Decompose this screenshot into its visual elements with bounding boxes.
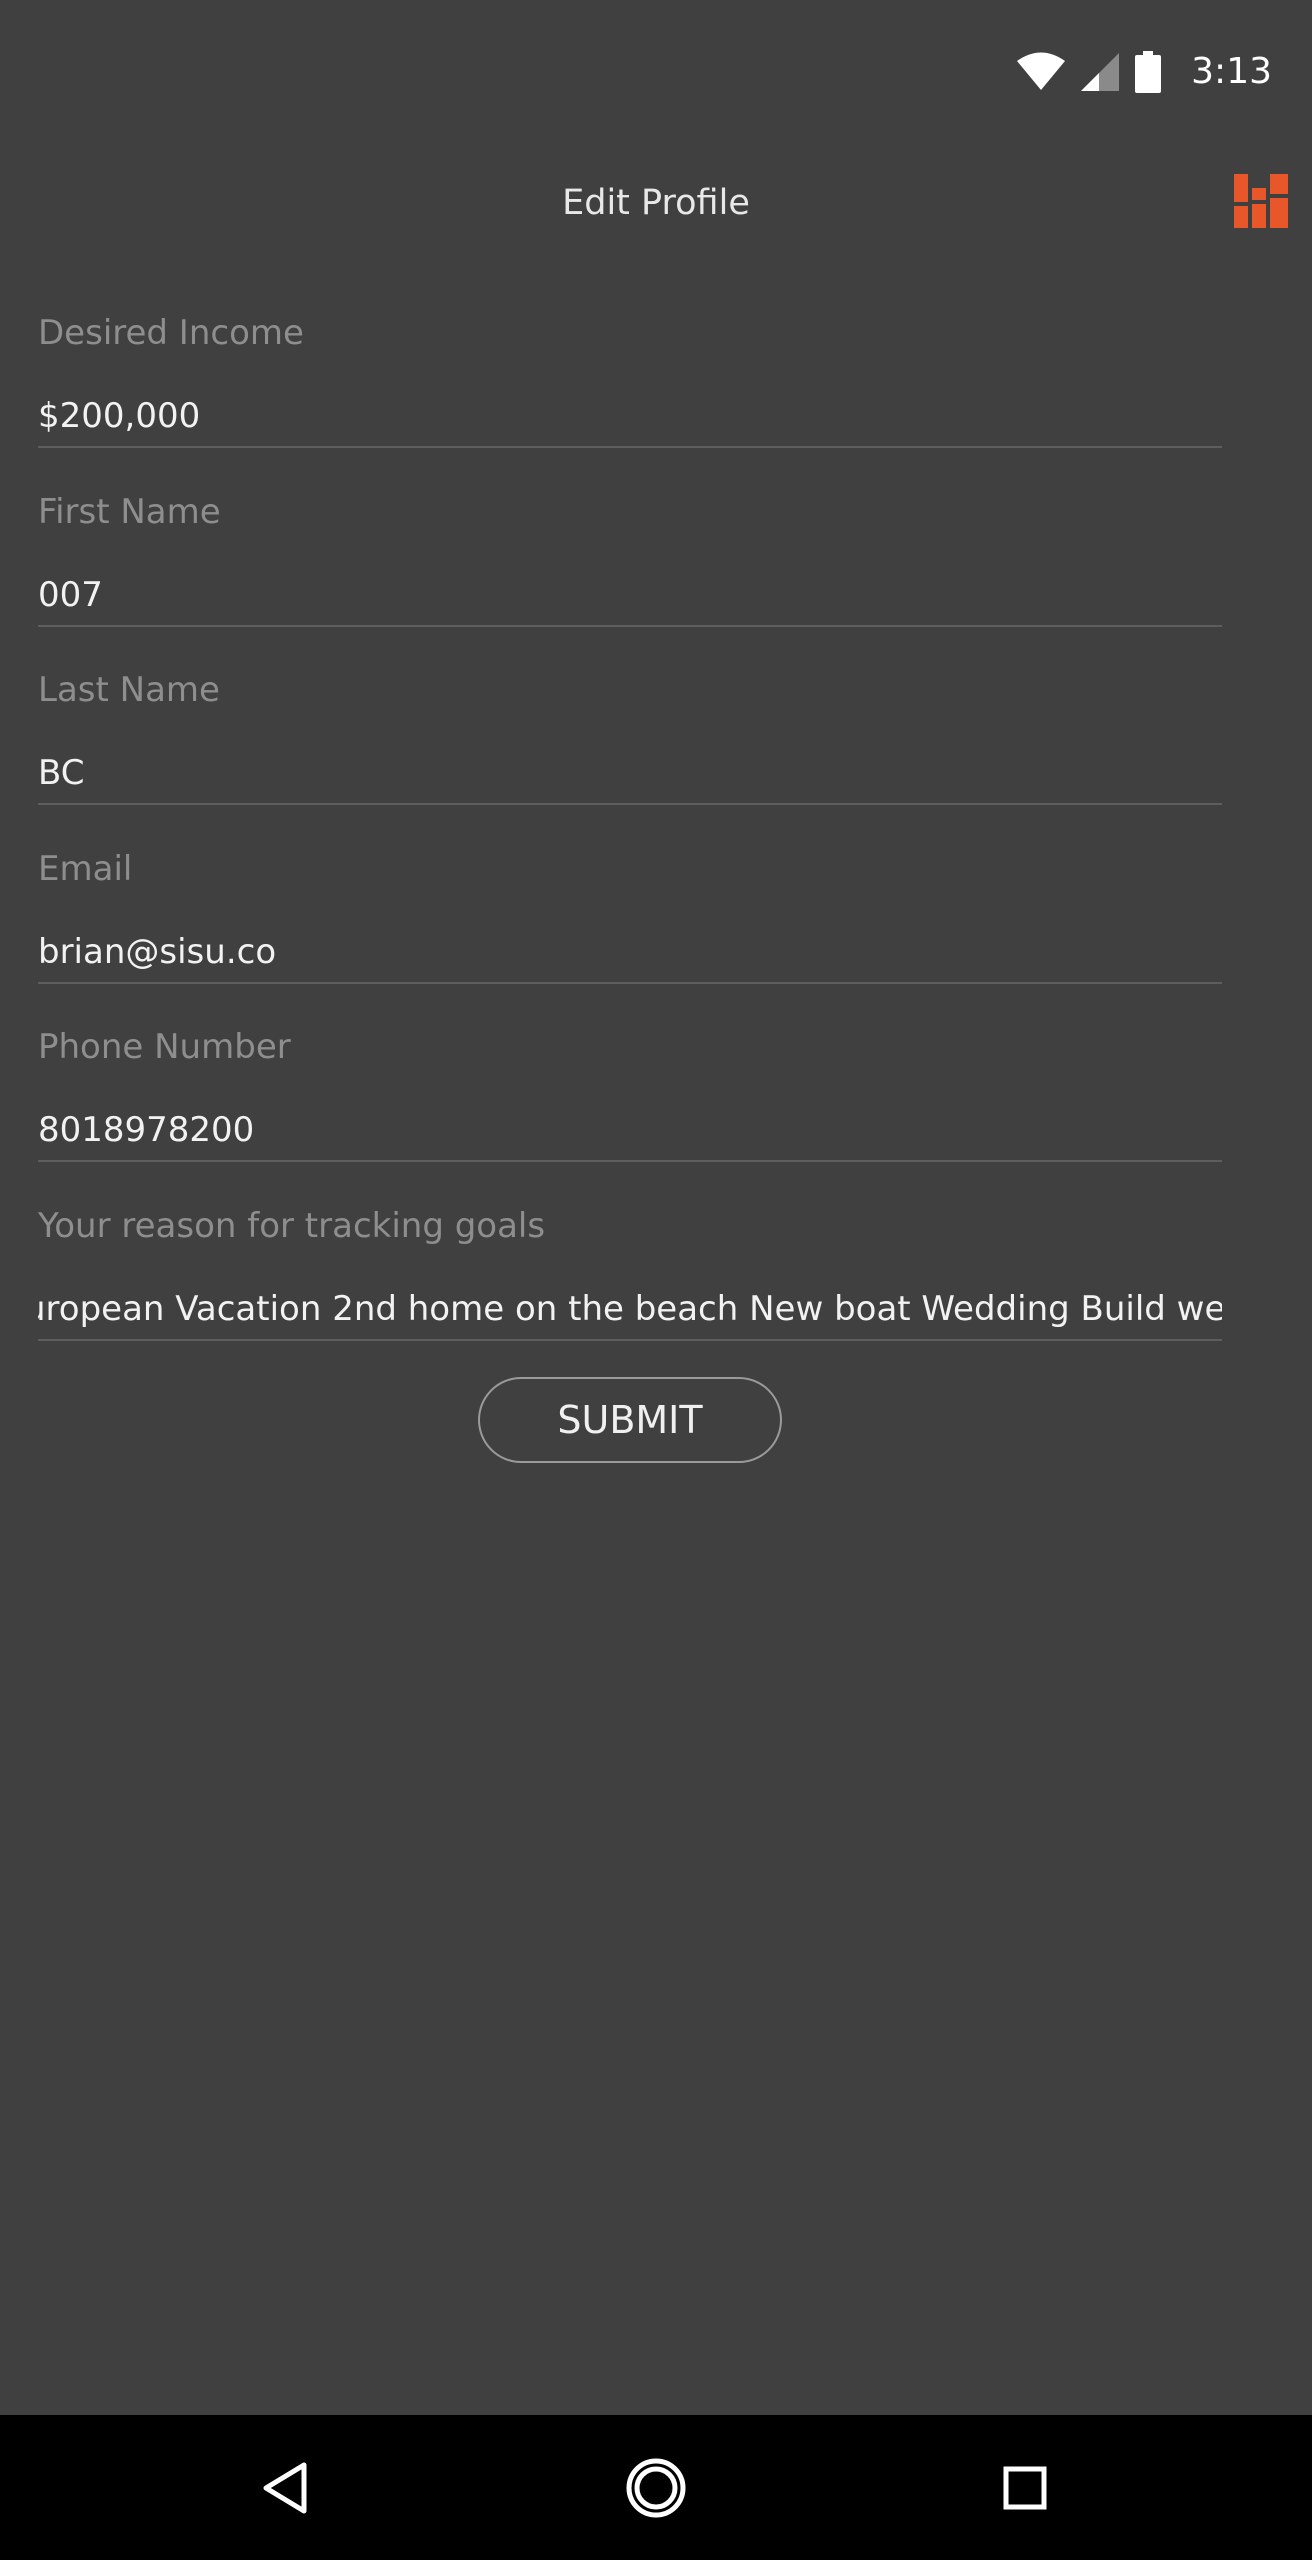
field-label: Email: [38, 848, 133, 889]
field-label: Your reason for tracking goals: [38, 1205, 546, 1246]
status-time: 3:13: [1191, 51, 1272, 92]
cellular-signal-icon: [1081, 53, 1120, 91]
first-name-field: First Name: [38, 479, 1222, 658]
app-header: Edit Profile: [0, 140, 1312, 260]
tracking-reason-field: Your reason for tracking goals: [38, 1193, 1222, 1372]
field-underline: [38, 1338, 1222, 1341]
wifi-icon: [1017, 52, 1066, 92]
email-field: Email: [38, 836, 1222, 1015]
last-name-input[interactable]: [38, 743, 1222, 803]
field-underline: [38, 981, 1222, 984]
field-label: Desired Income: [38, 313, 304, 353]
phone-number-input[interactable]: [38, 1100, 1222, 1160]
field-label: First Name: [38, 491, 221, 532]
field-label: Phone Number: [38, 1027, 291, 1067]
email-input[interactable]: [38, 921, 1222, 982]
phone-number-field: Phone Number: [38, 1014, 1222, 1193]
field-label: Last Name: [38, 670, 220, 710]
field-underline: [38, 803, 1222, 805]
page-title: Edit Profile: [562, 183, 750, 223]
desired-income-field: Desired Income: [38, 300, 1222, 479]
tracking-reason-input[interactable]: [38, 1278, 1222, 1339]
edit-profile-form: Desired Income First Name Last Name Emai…: [38, 300, 1222, 1371]
sisu-logo-icon[interactable]: [1234, 174, 1288, 228]
battery-icon: [1135, 51, 1162, 93]
status-icons: 3:13: [1017, 46, 1272, 98]
first-name-input[interactable]: [38, 564, 1222, 625]
back-icon[interactable]: [250, 2453, 320, 2523]
home-icon[interactable]: [621, 2453, 691, 2523]
system-nav-bar: [0, 2415, 1312, 2560]
recents-icon[interactable]: [990, 2453, 1060, 2523]
field-underline: [38, 1160, 1222, 1162]
status-bar: 3:13: [0, 0, 1312, 140]
submit-button[interactable]: SUBMIT: [478, 1377, 782, 1463]
field-underline: [38, 624, 1222, 627]
field-underline: [38, 446, 1222, 448]
desired-income-input[interactable]: [38, 386, 1222, 446]
last-name-field: Last Name: [38, 657, 1222, 836]
